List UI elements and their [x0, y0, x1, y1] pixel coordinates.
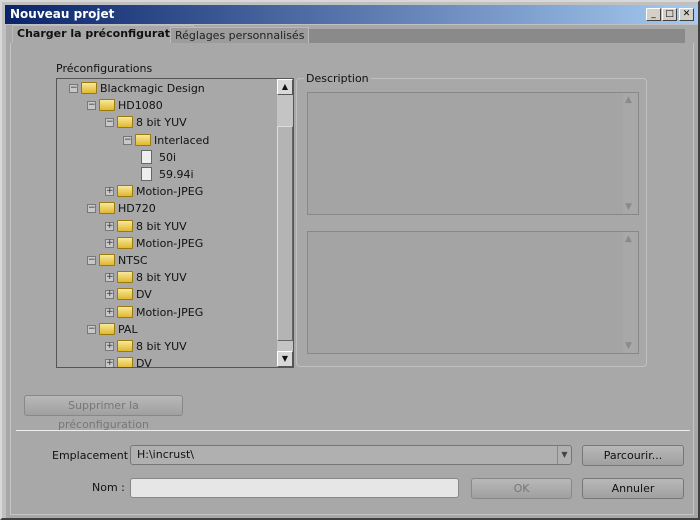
tree-item-label: 8 bit YUV: [136, 340, 187, 353]
expand-icon[interactable]: +: [105, 221, 114, 231]
collapse-icon[interactable]: −: [87, 204, 96, 214]
tree-item-label: HD1080: [118, 99, 163, 113]
collapse-icon[interactable]: −: [87, 324, 96, 334]
tree-item[interactable]: + Motion-JPEG: [57, 183, 277, 200]
file-icon: [141, 149, 152, 164]
folder-icon: [99, 254, 115, 266]
minimize-button[interactable]: _: [646, 8, 661, 21]
tree-item[interactable]: + Motion-JPEG: [57, 235, 277, 252]
tree-item[interactable]: +8 bit YUV: [57, 269, 277, 286]
name-input[interactable]: [130, 478, 459, 498]
folder-icon: [99, 99, 115, 112]
tree-item-label: 50i: [159, 150, 177, 164]
tree-item[interactable]: − PAL: [57, 321, 277, 338]
folder-icon: [117, 357, 133, 367]
tree-item[interactable]: − HD720: [57, 200, 277, 217]
tree-item-label: Blackmagic Design: [100, 82, 205, 95]
expand-icon[interactable]: +: [105, 342, 114, 351]
folder-icon: [99, 322, 115, 335]
description-label: Description: [304, 72, 371, 85]
expand-icon[interactable]: +: [105, 359, 114, 367]
cancel-button[interactable]: Annuler: [582, 478, 684, 499]
collapse-icon[interactable]: −: [69, 84, 78, 93]
tree-item-label: Interlaced: [154, 133, 210, 147]
location-value: H:\incrust\: [137, 448, 195, 461]
dialog-client: Charger la préconfiguration Réglages per…: [6, 25, 698, 518]
separator: [16, 430, 690, 431]
delete-preset-button[interactable]: Supprimer la préconfiguration: [24, 395, 183, 431]
tab-load-preset[interactable]: Charger la préconfiguration: [12, 25, 195, 43]
tree-item[interactable]: +8 bit YUV: [57, 218, 277, 235]
tree-item-label: DV: [136, 357, 152, 368]
scroll-up-button[interactable]: ▲: [277, 79, 293, 95]
folder-icon: [117, 288, 133, 301]
tree-item-label: 8 bit YUV: [136, 271, 187, 285]
collapse-icon[interactable]: −: [105, 118, 114, 128]
maximize-button[interactable]: □: [662, 8, 677, 21]
tree-item[interactable]: + DV: [57, 355, 277, 368]
description-box-top: ▲ ▼: [307, 92, 639, 215]
description-scrollbar[interactable]: ▲ ▼: [623, 93, 638, 214]
dialog-window: Nouveau projet _ □ ✕ Charger la préconfi…: [0, 0, 700, 520]
folder-icon: [81, 82, 97, 94]
presets-label: Préconfigurations: [56, 62, 153, 75]
tree-item-label: 59.94i: [159, 168, 194, 181]
description-box-bottom: ▲ ▼: [307, 231, 639, 354]
scroll-thumb[interactable]: [277, 126, 293, 341]
folder-icon: [135, 133, 151, 146]
expand-icon[interactable]: +: [105, 307, 114, 317]
title-bar: Nouveau projet: [5, 5, 698, 24]
folder-icon: [99, 202, 115, 215]
folder-icon: [117, 219, 133, 232]
window-title: Nouveau projet: [10, 7, 115, 21]
expand-icon[interactable]: +: [105, 187, 114, 197]
tree-item[interactable]: + Motion-JPEG: [57, 304, 277, 321]
folder-icon: [117, 236, 133, 249]
expand-icon[interactable]: +: [105, 273, 114, 283]
collapse-icon[interactable]: −: [87, 256, 96, 265]
expand-icon[interactable]: +: [105, 290, 114, 300]
chevron-down-icon[interactable]: ▼: [557, 446, 571, 464]
name-label: Nom :: [92, 481, 125, 494]
expand-icon[interactable]: +: [105, 238, 114, 248]
ok-button[interactable]: OK: [471, 478, 572, 499]
presets-tree[interactable]: − Blackmagic Design − HD1080−8 bit YUV − Inte…: [56, 78, 294, 368]
tree-item[interactable]: + DV: [57, 286, 277, 303]
tree-item-label: 8 bit YUV: [136, 116, 187, 130]
folder-icon: [117, 116, 133, 129]
tree-item-label: DV: [136, 288, 152, 302]
tree-item-label: Motion-JPEG: [136, 185, 204, 199]
folder-icon: [117, 185, 133, 198]
location-label: Emplacement :: [52, 449, 136, 462]
tree-item-label: HD720: [118, 202, 156, 216]
browse-button[interactable]: Parcourir...: [582, 445, 684, 466]
tree-item-label: NTSC: [118, 254, 148, 267]
folder-icon: [117, 271, 133, 284]
folder-icon: [117, 340, 133, 352]
tree-item-label: Motion-JPEG: [136, 305, 204, 319]
tree-item-label: 8 bit YUV: [136, 219, 187, 233]
collapse-icon[interactable]: −: [87, 101, 96, 111]
tree-item[interactable]: +8 bit YUV: [57, 338, 277, 355]
tab-custom-settings[interactable]: Réglages personnalisés: [170, 27, 310, 43]
tree-item[interactable]: 59.94i: [57, 166, 277, 183]
tree-item[interactable]: − NTSC: [57, 252, 277, 269]
folder-icon: [117, 305, 133, 318]
description-scrollbar[interactable]: ▲ ▼: [623, 232, 638, 353]
location-combo[interactable]: H:\incrust\ ▼: [130, 445, 572, 465]
collapse-icon[interactable]: −: [123, 135, 132, 145]
tree-item[interactable]: − Interlaced: [57, 132, 277, 149]
tree-scrollbar[interactable]: ▲ ▼: [277, 79, 293, 367]
tree-item-label: Motion-JPEG: [136, 236, 204, 250]
tree-item[interactable]: 50i: [57, 149, 277, 166]
close-button[interactable]: ✕: [679, 8, 694, 21]
tree-item[interactable]: − Blackmagic Design: [57, 80, 277, 97]
scroll-down-button[interactable]: ▼: [277, 351, 293, 367]
file-icon: [141, 167, 152, 181]
tree-item[interactable]: − 8 bit YUV: [57, 114, 277, 131]
tree-item-label: PAL: [118, 322, 138, 336]
tree-item[interactable]: − HD1080: [57, 97, 277, 114]
